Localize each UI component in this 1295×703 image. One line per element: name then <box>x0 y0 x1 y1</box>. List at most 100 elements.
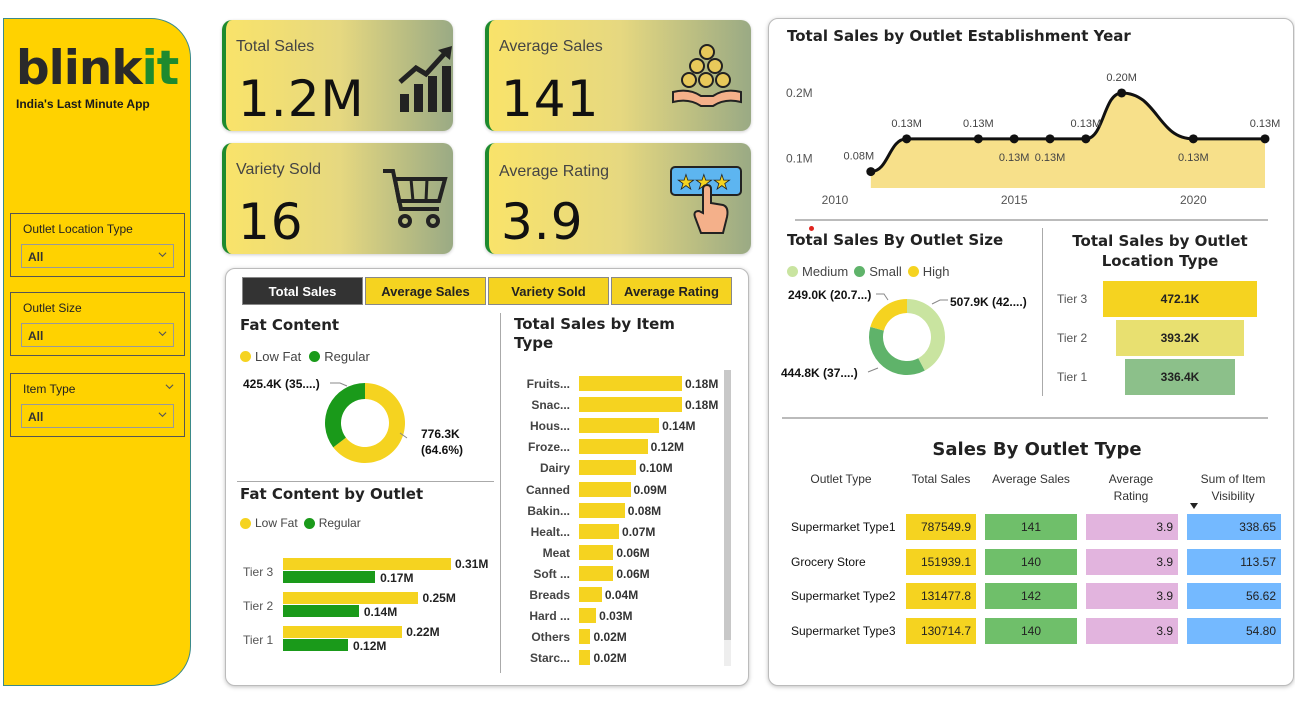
bar[interactable] <box>579 587 602 602</box>
average-rating-cell: 3.9 <box>1086 617 1178 644</box>
data-point[interactable] <box>1009 134 1019 144</box>
category-label: Fruits... <box>526 377 570 391</box>
average-sales-cell: 141 <box>985 514 1077 540</box>
category-label: Soft ... <box>533 566 570 581</box>
bar-value-label: 0.09M <box>633 482 667 497</box>
total-sales-cell: 130714.7 <box>906 617 976 644</box>
fat-by-outlet-legend: Low Fat Regular <box>240 516 361 530</box>
col-header-visibility[interactable]: Sum of Item <box>1186 472 1280 486</box>
item-type-title: Total Sales by Item <box>514 315 675 333</box>
average-rating-cell: 3.9 <box>1086 583 1178 609</box>
data-point[interactable] <box>1260 134 1270 144</box>
bar[interactable] <box>579 523 620 539</box>
divider <box>782 417 1268 419</box>
bar[interactable] <box>579 418 660 434</box>
bar-value-label: 0.04M <box>604 588 639 602</box>
data-label: 0.13M <box>963 118 994 130</box>
data-label: 0.13M <box>1178 152 1209 164</box>
fat-by-outlet-title: Fat Content by Outlet <box>240 485 424 503</box>
category-label: Healt... <box>530 524 570 539</box>
tier-label: Tier 1 <box>243 633 274 647</box>
bar[interactable] <box>579 544 614 560</box>
bar[interactable] <box>579 439 648 455</box>
data-label: 0.20M <box>1106 72 1137 84</box>
legend-dot <box>309 351 321 362</box>
outlet-size-legend: Medium Small High <box>787 264 950 279</box>
category-label: Starc... <box>529 651 570 666</box>
bar-value-label: 0.18M <box>685 398 719 413</box>
filter-label: Item Type <box>23 382 76 396</box>
data-point[interactable] <box>1188 134 1198 144</box>
total-sales-cell: 131477.8 <box>906 583 976 609</box>
x-tick-label: 2020 <box>1180 193 1207 207</box>
y-tick-label: 0.2M <box>786 86 813 100</box>
average-rating-cell: 3.9 <box>1086 514 1178 540</box>
chevron-down-icon[interactable] <box>165 382 174 391</box>
filter-label: Outlet Location Type <box>23 222 133 236</box>
bar[interactable] <box>579 481 631 497</box>
bar-regular[interactable] <box>283 571 376 583</box>
data-point[interactable] <box>1081 134 1091 144</box>
bar-value-label: 0.18M <box>685 377 719 391</box>
data-label: 0.13M <box>1071 118 1102 130</box>
category-label: Meat <box>542 545 570 560</box>
bar-value-label: 0.14M <box>662 419 696 434</box>
chevron-down-icon <box>158 412 167 418</box>
tier-label: Tier 1 <box>1057 370 1088 384</box>
data-point[interactable] <box>902 134 912 144</box>
bar[interactable] <box>579 629 591 645</box>
bar-regular[interactable] <box>283 639 349 651</box>
scrollbar-thumb[interactable] <box>724 370 731 640</box>
col-header-average-sales[interactable]: Average Sales <box>985 472 1077 486</box>
data-point[interactable] <box>866 167 876 177</box>
tab-total-sales[interactable]: Total Sales <box>242 277 363 305</box>
x-tick-label: 2015 <box>1001 193 1028 207</box>
outlet-type-title: Sales By Outlet Type <box>932 439 1142 460</box>
tab-average-sales[interactable]: Average Sales <box>365 277 486 305</box>
bar-value-label: 393.2K <box>1160 331 1200 345</box>
bar-lowfat[interactable] <box>283 558 451 570</box>
bar[interactable] <box>579 608 597 624</box>
bar[interactable]: 393.2K <box>1115 320 1245 356</box>
sort-descending-icon[interactable] <box>1190 503 1198 509</box>
col-header-outlet-type[interactable]: Outlet Type <box>786 472 896 486</box>
year-chart-title: Total Sales by Outlet Establishment Year <box>787 27 1131 45</box>
bar-regular[interactable] <box>283 605 359 617</box>
bar[interactable] <box>579 650 591 666</box>
bar[interactable] <box>579 397 682 413</box>
data-point[interactable] <box>1117 88 1127 98</box>
bar-value-label: 0.12M <box>353 639 387 653</box>
outlet-location-type-dropdown[interactable]: All <box>21 244 174 268</box>
bar[interactable] <box>579 565 614 581</box>
category-label: Dairy <box>539 461 570 476</box>
bar-lowfat[interactable] <box>283 592 419 604</box>
col-header-visibility-line2: Visibility <box>1211 489 1255 503</box>
data-point[interactable] <box>1045 134 1055 144</box>
col-header-average-rating[interactable]: Average <box>1086 472 1176 486</box>
total-sales-cell: 787549.9 <box>906 514 976 540</box>
divider <box>1042 228 1043 396</box>
data-point[interactable] <box>973 134 983 144</box>
bar[interactable] <box>579 460 637 476</box>
scrollbar-track[interactable] <box>724 370 731 666</box>
bar-value-label: 0.12M <box>650 440 685 455</box>
bar-value-label: 0.25M <box>422 591 456 605</box>
average-sales-cell: 142 <box>985 583 1077 609</box>
item-type-dropdown[interactable]: All <box>21 404 174 428</box>
tab-average-rating[interactable]: Average Rating <box>611 277 732 305</box>
outlet-size-dropdown[interactable]: All <box>21 323 174 347</box>
bar[interactable] <box>579 376 682 391</box>
fat-content-title: Fat Content <box>240 316 340 334</box>
bar-value-label: 0.06M <box>616 545 650 560</box>
filter-item-type: Item Type All <box>10 373 185 437</box>
tab-variety-sold[interactable]: Variety Sold <box>488 277 609 305</box>
bar[interactable]: 472.1K <box>1103 281 1257 317</box>
average-sales-cell: 140 <box>985 617 1077 644</box>
bar[interactable]: 336.4K <box>1125 359 1235 395</box>
bar[interactable] <box>579 502 625 518</box>
metric-tabs: Total Sales Average Sales Variety Sold A… <box>242 277 732 305</box>
divider <box>795 219 1268 221</box>
kpi-average-rating: Average Rating 3.9 ★★★ <box>485 143 751 254</box>
col-header-total-sales[interactable]: Total Sales <box>906 472 976 486</box>
bar-lowfat[interactable] <box>283 626 403 638</box>
